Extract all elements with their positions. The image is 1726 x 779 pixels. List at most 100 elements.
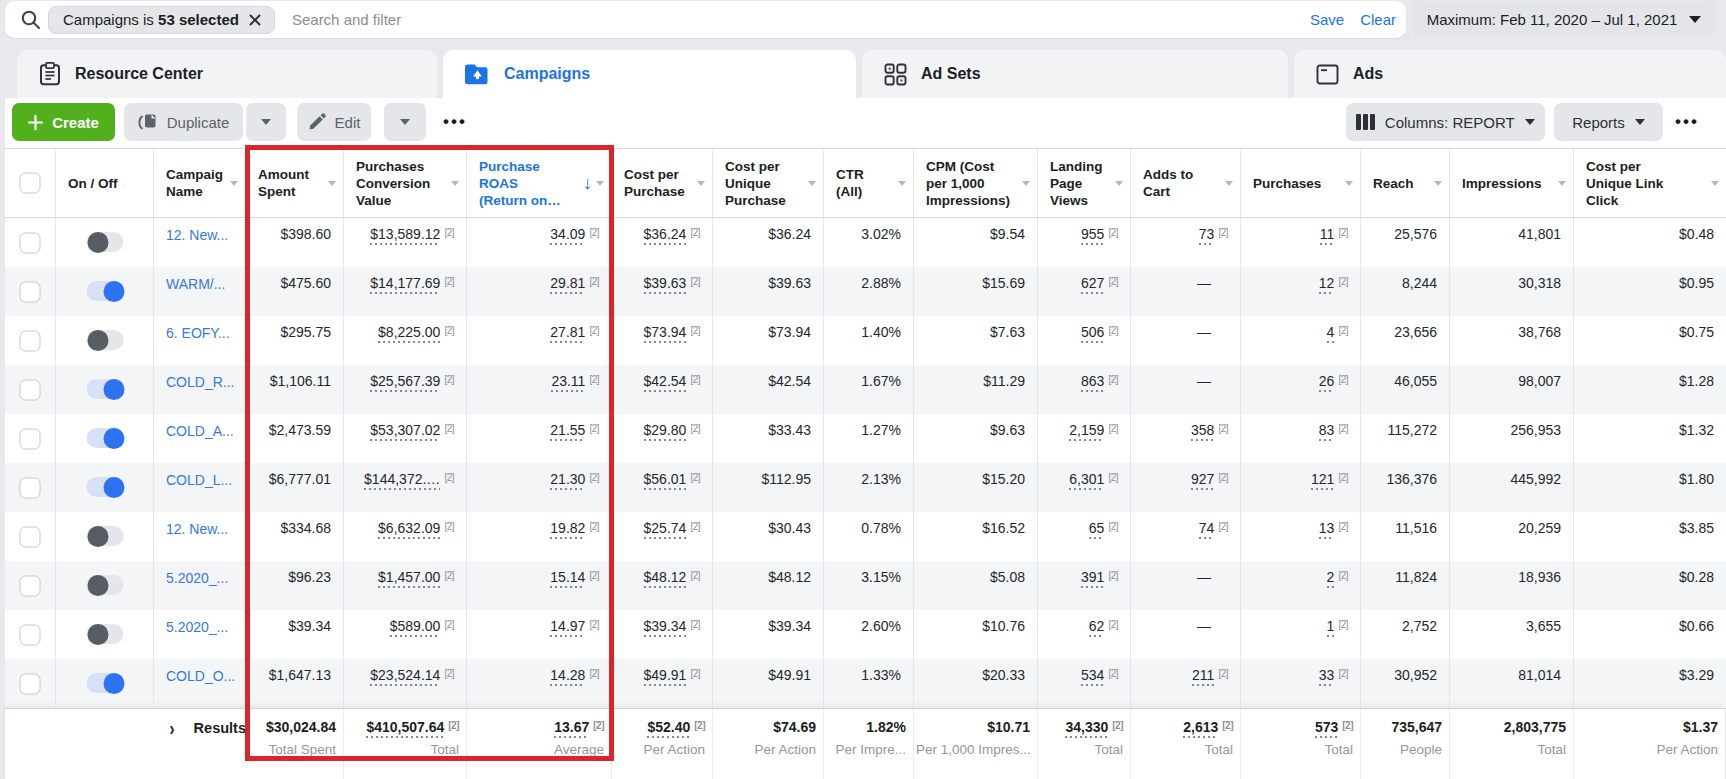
metric-value[interactable]: 33 [1319,667,1335,686]
date-range-selector[interactable]: Maximum: Feb 11, 2020 – Jul 1, 2021 [1412,1,1716,37]
row-checkbox[interactable] [20,673,41,694]
duplicate-button[interactable]: Duplicate [124,103,243,141]
tab-ad-sets[interactable]: Ad Sets [862,50,1288,98]
metric-value[interactable]: $589.00 [390,618,441,637]
campaign-toggle-on[interactable] [86,379,123,399]
metric-value[interactable]: $53,307.02 [370,422,440,441]
campaign-name-link[interactable]: COLD_L... [166,472,241,488]
metric-value[interactable]: $39.63 [644,275,687,294]
campaign-name-link[interactable]: WARM/... [166,276,241,292]
metric-value[interactable]: 4 [1327,324,1335,343]
campaign-name-link[interactable]: 12. New... [166,227,241,243]
metric-value[interactable]: 12 [1319,275,1335,294]
metric-value[interactable]: 29.81 [550,275,585,294]
metric-value[interactable]: $6,632.09 [378,520,440,539]
metric-value[interactable]: $1,457.00 [378,569,440,588]
metric-value[interactable]: 506 [1081,324,1104,343]
column-header-onoff[interactable]: On / Off [56,175,153,192]
campaign-toggle-on[interactable] [86,477,123,497]
reports-button[interactable]: Reports [1554,103,1663,141]
column-header-imp[interactable]: Impressions [1450,175,1573,192]
row-checkbox[interactable] [20,624,41,645]
column-header-pur[interactable]: Purchases [1241,175,1360,192]
filter-chip-campaigns-selected[interactable]: Campaigns is 53 selected [48,6,275,34]
metric-value[interactable]: $73.94 [644,324,687,343]
campaign-toggle-on[interactable] [86,428,123,448]
metric-value[interactable]: 14.97 [550,618,585,637]
clear-filter-link[interactable]: Clear [1360,11,1396,28]
column-header-pcv[interactable]: Purchases Conversion Value [344,158,466,209]
metric-value[interactable]: 26 [1319,373,1335,392]
header-menu-chevron-icon[interactable] [697,181,705,186]
select-all-checkbox[interactable] [20,173,41,194]
search-input[interactable]: Search and filter [292,11,401,28]
header-menu-chevron-icon[interactable] [451,181,459,186]
more-options-button[interactable]: ••• [1675,103,1699,141]
column-header-atc[interactable]: Adds to Cart [1131,166,1240,200]
campaign-toggle-off[interactable] [86,575,123,595]
metric-value[interactable]: $13,589.12 [370,226,440,245]
campaign-name-link[interactable]: COLD_R... [166,374,241,390]
header-menu-chevron-icon[interactable] [1115,181,1123,186]
metric-value[interactable]: 1 [1327,618,1335,637]
metric-value[interactable]: 83 [1319,422,1335,441]
create-button[interactable]: Create [12,103,115,141]
expand-results-icon[interactable]: › [170,716,175,738]
metric-value[interactable]: 21.55 [550,422,585,441]
metric-value[interactable]: 27.81 [550,324,585,343]
metric-value[interactable]: 358 [1191,422,1214,441]
tab-campaigns[interactable]: Campaigns [443,50,856,98]
metric-value[interactable]: $8,225.00 [378,324,440,343]
campaign-toggle-off[interactable] [86,526,123,546]
header-menu-chevron-icon[interactable] [596,181,604,186]
row-checkbox[interactable] [20,330,41,351]
metric-value[interactable]: 19.82 [550,520,585,539]
campaign-name-link[interactable]: COLD_A... [166,423,241,439]
campaign-toggle-off[interactable] [86,330,123,350]
metric-value[interactable]: $23,524.14 [370,667,440,686]
metric-value[interactable]: 74 [1199,520,1215,539]
metric-value[interactable]: 955 [1081,226,1104,245]
row-checkbox[interactable] [20,477,41,498]
header-menu-chevron-icon[interactable] [328,181,336,186]
campaign-toggle-off[interactable] [86,232,123,252]
metric-value[interactable]: 211 [1192,667,1214,686]
header-menu-chevron-icon[interactable] [1345,181,1353,186]
metric-value[interactable]: 927 [1191,471,1214,490]
metric-value[interactable]: $29.80 [644,422,687,441]
metric-value[interactable]: 21.30 [550,471,585,490]
metric-value[interactable]: 627 [1081,275,1104,294]
header-menu-chevron-icon[interactable] [1711,181,1719,186]
metric-value[interactable]: 13 [1319,520,1335,539]
row-checkbox[interactable] [20,379,41,400]
metric-value[interactable]: 2,159 [1069,422,1104,441]
row-checkbox[interactable] [20,428,41,449]
save-filter-link[interactable]: Save [1310,11,1344,28]
campaign-toggle-on[interactable] [86,281,123,301]
header-menu-chevron-icon[interactable] [230,181,238,186]
metric-value[interactable]: 73 [1199,226,1215,245]
campaign-name-link[interactable]: COLD_O... [166,668,241,684]
metric-value[interactable]: $48.12 [644,569,687,588]
campaign-toggle-off[interactable] [86,624,123,644]
metric-value[interactable]: $36.24 [644,226,687,245]
metric-value[interactable]: 65 [1089,520,1105,539]
remove-filter-icon[interactable] [248,13,262,27]
column-header-roas[interactable]: Purchase ROAS (Return on…↓ [467,158,611,209]
duplicate-dropdown-button[interactable] [246,103,286,141]
header-menu-chevron-icon[interactable] [808,181,816,186]
campaign-name-link[interactable]: 12. New... [166,521,241,537]
metric-value[interactable]: $39.34 [644,618,687,637]
tab-resource-center[interactable]: Resource Center [17,50,437,98]
metric-value[interactable]: $42.54 [644,373,687,392]
metric-value[interactable]: 34.09 [550,226,585,245]
metric-value[interactable]: 121 [1311,471,1334,490]
metric-value[interactable]: $144,372.… [364,471,440,490]
edit-dropdown-button[interactable] [384,103,426,141]
metric-value[interactable]: 15.14 [550,569,585,588]
edit-button[interactable]: Edit [297,103,371,141]
column-header-cpup[interactable]: Cost per Unique Purchase [713,158,823,209]
row-checkbox[interactable] [20,281,41,302]
campaign-toggle-on[interactable] [86,673,123,693]
row-checkbox[interactable] [20,575,41,596]
